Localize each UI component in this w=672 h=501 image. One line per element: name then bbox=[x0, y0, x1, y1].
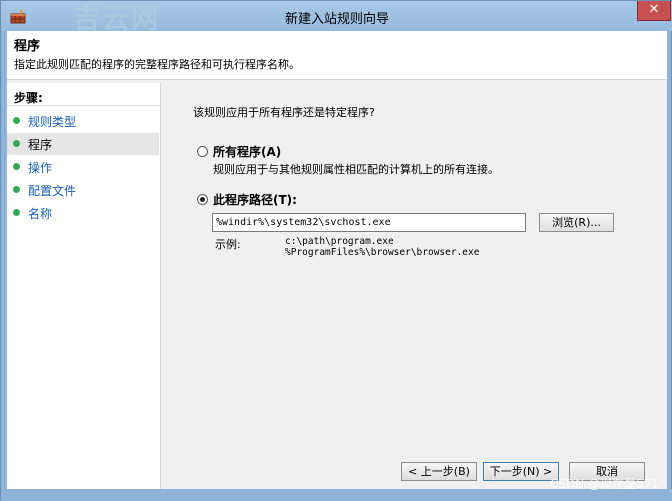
window-title: 新建入站规则向导 bbox=[284, 12, 389, 27]
program-path-radio[interactable] bbox=[197, 194, 208, 205]
step-item-action[interactable]: 操作 bbox=[7, 156, 159, 178]
all-programs-radio[interactable] bbox=[197, 146, 208, 157]
next-button[interactable]: 下一步(N) > bbox=[483, 462, 559, 481]
step-label: 操作 bbox=[28, 161, 53, 175]
program-path-input[interactable]: %windir%\system32\svchost.exe bbox=[212, 213, 526, 232]
wizard-body: 步骤: 规则类型 程序 操作 配置文件 名称 该规则应用于所有程序还是特定程序?… bbox=[7, 79, 667, 490]
close-button[interactable]: ✕ bbox=[637, 1, 671, 21]
csdn-watermark: CSDN @现在是571 bbox=[550, 477, 659, 491]
step-label: 名称 bbox=[28, 207, 53, 221]
page-title: 程序 bbox=[14, 39, 41, 54]
example-path-1: c:\path\program.exe bbox=[285, 236, 394, 247]
example-label: 示例: bbox=[215, 238, 241, 251]
page-description: 指定此规则匹配的程序的完整程序路径和可执行程序名称。 bbox=[14, 58, 300, 71]
step-item-profile[interactable]: 配置文件 bbox=[7, 179, 159, 201]
wizard-window: 吉云网 新建入站规则向导 ✕ 程序 指定此规则匹配的程序的完整程序路径和可执行程… bbox=[0, 0, 672, 501]
question-text: 该规则应用于所有程序还是特定程序? bbox=[193, 106, 375, 119]
all-programs-label[interactable]: 所有程序(A) bbox=[213, 143, 281, 160]
content-pane: 该规则应用于所有程序还是特定程序? 所有程序(A) 规则应用于与其他规则属性相匹… bbox=[161, 80, 667, 490]
step-bullet-icon bbox=[13, 117, 20, 124]
program-path-label[interactable]: 此程序路径(T): bbox=[213, 191, 297, 208]
step-bullet-icon bbox=[13, 163, 20, 170]
step-bullet-icon bbox=[13, 209, 20, 216]
close-icon: ✕ bbox=[648, 2, 660, 17]
step-item-rule-type[interactable]: 规则类型 bbox=[7, 110, 159, 132]
step-label: 配置文件 bbox=[28, 184, 77, 198]
back-button[interactable]: < 上一步(B) bbox=[401, 462, 477, 481]
step-label: 规则类型 bbox=[28, 115, 77, 129]
example-path-2: %ProgramFiles%\browser\browser.exe bbox=[285, 247, 480, 258]
divider bbox=[7, 105, 161, 106]
step-item-program[interactable]: 程序 bbox=[7, 133, 159, 155]
browse-button[interactable]: 浏览(R)... bbox=[539, 213, 614, 232]
all-programs-description: 规则应用于与其他规则属性相匹配的计算机上的所有连接。 bbox=[213, 163, 499, 176]
steps-title: 步骤: bbox=[14, 91, 43, 105]
step-bullet-icon bbox=[13, 140, 20, 147]
steps-panel: 步骤: 规则类型 程序 操作 配置文件 名称 bbox=[7, 83, 161, 490]
step-item-name[interactable]: 名称 bbox=[7, 202, 159, 224]
step-label: 程序 bbox=[28, 138, 53, 152]
page-header: 程序 指定此规则匹配的程序的完整程序路径和可执行程序名称。 bbox=[7, 31, 667, 79]
title-bar[interactable]: 吉云网 新建入站规则向导 ✕ bbox=[1, 1, 672, 35]
step-bullet-icon bbox=[13, 186, 20, 193]
